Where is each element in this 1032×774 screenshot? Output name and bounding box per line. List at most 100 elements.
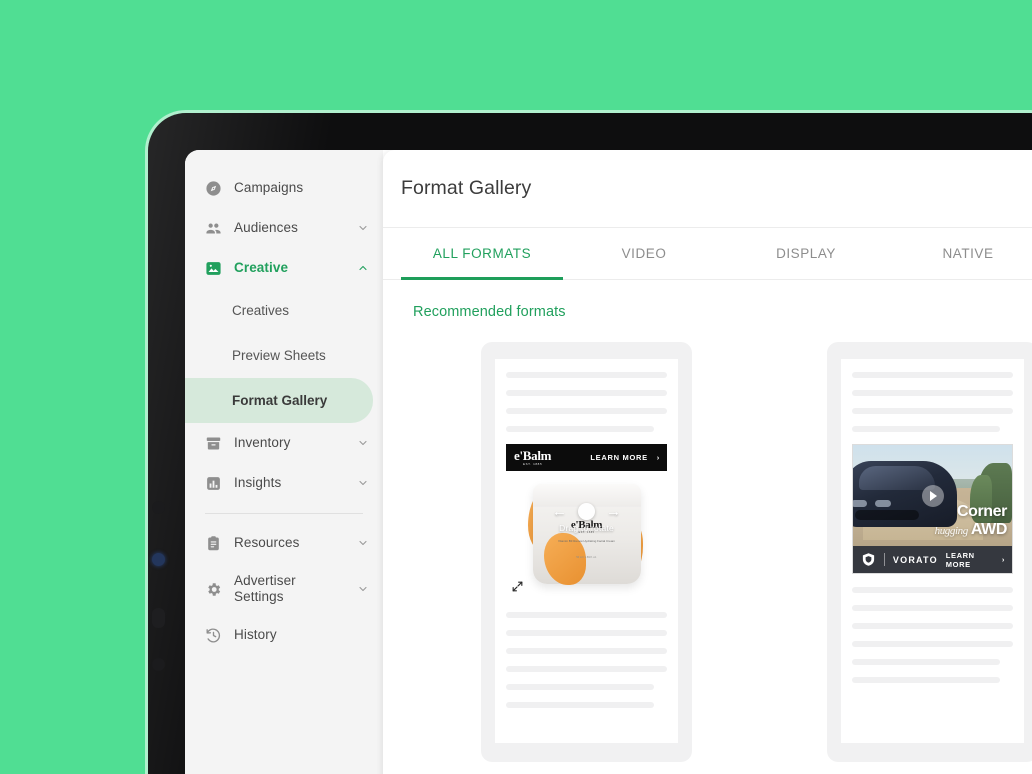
- vorato-video-frame[interactable]: Corner hugging AWD: [853, 445, 1012, 546]
- chevron-up-icon[interactable]: [357, 262, 369, 274]
- skeleton-line: [506, 684, 655, 690]
- ebalm-learn-more-button[interactable]: LEARN MORE ›: [590, 453, 660, 462]
- skeleton-line: [852, 426, 1001, 432]
- skeleton-line: [852, 677, 1001, 683]
- chevron-down-icon[interactable]: [357, 583, 369, 595]
- sidebar-subitem-label: Creatives: [232, 303, 290, 318]
- expand-icon[interactable]: [511, 580, 524, 593]
- ebalm-tagline: EST. 1885: [522, 462, 543, 466]
- sidebar-subitem-format-gallery[interactable]: Format Gallery: [185, 378, 373, 423]
- skeleton-line: [506, 426, 655, 432]
- skeleton-line: [852, 587, 1013, 593]
- tab-all-formats[interactable]: ALL FORMATS: [401, 228, 563, 280]
- clipboard-icon: [205, 535, 222, 552]
- bar-chart-icon: [205, 475, 222, 492]
- page-header: Format Gallery: [383, 150, 1032, 228]
- skeleton-line: [506, 702, 655, 708]
- image-icon: [205, 260, 222, 277]
- ebalm-ad-header: e'Balm EST. 1885 LEARN MORE ›: [506, 444, 667, 471]
- sidebar-item-label: Creative: [234, 260, 289, 276]
- archive-icon: [205, 435, 222, 452]
- tab-label: VIDEO: [621, 246, 667, 261]
- skeleton-line: [852, 372, 1013, 378]
- headline-line-1: Corner: [956, 503, 1007, 520]
- skeleton-line: [506, 648, 667, 654]
- drag-to-rotate-control[interactable]: ← → Drag to rotate: [506, 503, 667, 533]
- device-side-button-top[interactable]: [152, 501, 165, 514]
- rotate-handle-row[interactable]: ← →: [552, 503, 621, 520]
- sidebar-subitem-label: Preview Sheets: [232, 348, 326, 363]
- sidebar-divider: [205, 513, 363, 514]
- tab-bar: ALL FORMATS VIDEO DISPLAY NATIVE: [383, 228, 1032, 280]
- skeleton-line: [506, 666, 667, 672]
- headline-line-2: hugging AWD: [934, 521, 1008, 538]
- sidebar-item-creative[interactable]: Creative: [185, 248, 383, 288]
- sidebar-item-inventory[interactable]: Inventory: [185, 423, 383, 463]
- device-side-button-bottom[interactable]: [152, 658, 165, 671]
- skeleton-line: [852, 605, 1013, 611]
- vorato-cta-label: LEARN MORE: [945, 550, 975, 569]
- sidebar-item-label: Resources: [234, 535, 300, 551]
- sidebar-subitem-preview-sheets[interactable]: Preview Sheets: [185, 333, 373, 378]
- sidebar-subitem-creatives[interactable]: Creatives: [185, 288, 373, 333]
- vorato-headline: Corner hugging AWD: [934, 503, 1008, 538]
- headline-script-word: hugging: [934, 525, 969, 537]
- ebalm-product-image[interactable]: e'Balm EST. 1885 Vitamin B3 Renew Hydrat…: [506, 471, 667, 599]
- headline-awd: AWD: [970, 521, 1008, 538]
- ebalm-brand-text: e'Balm: [514, 448, 552, 463]
- arrow-left-icon[interactable]: ←: [552, 504, 567, 519]
- skeleton-line: [506, 612, 667, 618]
- sidebar-item-label: Insights: [234, 475, 282, 491]
- tab-label: NATIVE: [942, 246, 994, 261]
- rotate-knob[interactable]: [578, 503, 595, 520]
- chevron-down-icon[interactable]: [357, 437, 369, 449]
- history-icon: [205, 627, 222, 644]
- vorato-learn-more-button[interactable]: LEARN MORE ›: [946, 551, 1005, 569]
- format-card-grid: e'Balm EST. 1885 LEARN MORE › e'Balm EST…: [383, 320, 1032, 762]
- sidebar-subitem-label: Format Gallery: [232, 393, 328, 408]
- sidebar: Campaigns Audiences Creative Creatives P…: [185, 150, 383, 774]
- device-front-camera: [152, 553, 165, 566]
- skeleton-line: [852, 659, 1001, 665]
- ebalm-logo: e'Balm EST. 1885: [514, 448, 552, 466]
- vorato-brand-label: VORATO: [892, 554, 938, 565]
- sidebar-item-label: Audiences: [234, 220, 298, 236]
- tab-video[interactable]: VIDEO: [563, 228, 725, 279]
- vorato-ad-unit[interactable]: Corner hugging AWD VORATO LEARN MORE ›: [852, 444, 1013, 574]
- chevron-down-icon[interactable]: [357, 477, 369, 489]
- arrow-right-icon[interactable]: →: [606, 504, 621, 519]
- sidebar-item-insights[interactable]: Insights: [185, 463, 383, 503]
- chevron-right-icon: ›: [656, 453, 660, 462]
- ebalm-ad-unit[interactable]: e'Balm EST. 1885 LEARN MORE › e'Balm EST…: [506, 444, 667, 599]
- chevron-down-icon[interactable]: [357, 222, 369, 234]
- skeleton-line: [852, 408, 1013, 414]
- tab-label: DISPLAY: [776, 246, 836, 261]
- sidebar-item-audiences[interactable]: Audiences: [185, 208, 383, 248]
- format-card-ebalm[interactable]: e'Balm EST. 1885 LEARN MORE › e'Balm EST…: [481, 342, 692, 762]
- sidebar-item-label: History: [234, 627, 277, 643]
- section-title: Recommended formats: [413, 304, 566, 320]
- skeleton-line: [506, 408, 667, 414]
- compass-icon: [205, 180, 222, 197]
- chevron-right-icon: ›: [1001, 555, 1005, 564]
- people-icon: [205, 220, 222, 237]
- sidebar-item-advertiser-settings[interactable]: Advertiser Settings: [185, 563, 383, 615]
- page-title: Format Gallery: [401, 177, 532, 199]
- divider: [884, 553, 885, 566]
- tab-display[interactable]: DISPLAY: [725, 228, 887, 279]
- sidebar-item-campaigns[interactable]: Campaigns: [185, 168, 383, 208]
- skeleton-line: [506, 630, 667, 636]
- device-volume-button[interactable]: [152, 608, 165, 628]
- chevron-down-icon[interactable]: [357, 537, 369, 549]
- tab-native[interactable]: NATIVE: [887, 228, 1032, 279]
- sidebar-item-label: Advertiser Settings: [234, 573, 296, 604]
- skeleton-line: [506, 390, 667, 396]
- gear-icon: [205, 581, 222, 598]
- skeleton-line: [852, 390, 1013, 396]
- sidebar-item-resources[interactable]: Resources: [185, 523, 383, 563]
- sidebar-item-history[interactable]: History: [185, 615, 383, 655]
- tablet-screen: Campaigns Audiences Creative Creatives P…: [185, 150, 1032, 774]
- format-card-vorato[interactable]: Corner hugging AWD VORATO LEARN MORE ›: [827, 342, 1032, 762]
- jar-volume: 50 ml / 1.69 fl. oz.: [576, 556, 597, 560]
- vorato-shield-icon: [861, 552, 876, 567]
